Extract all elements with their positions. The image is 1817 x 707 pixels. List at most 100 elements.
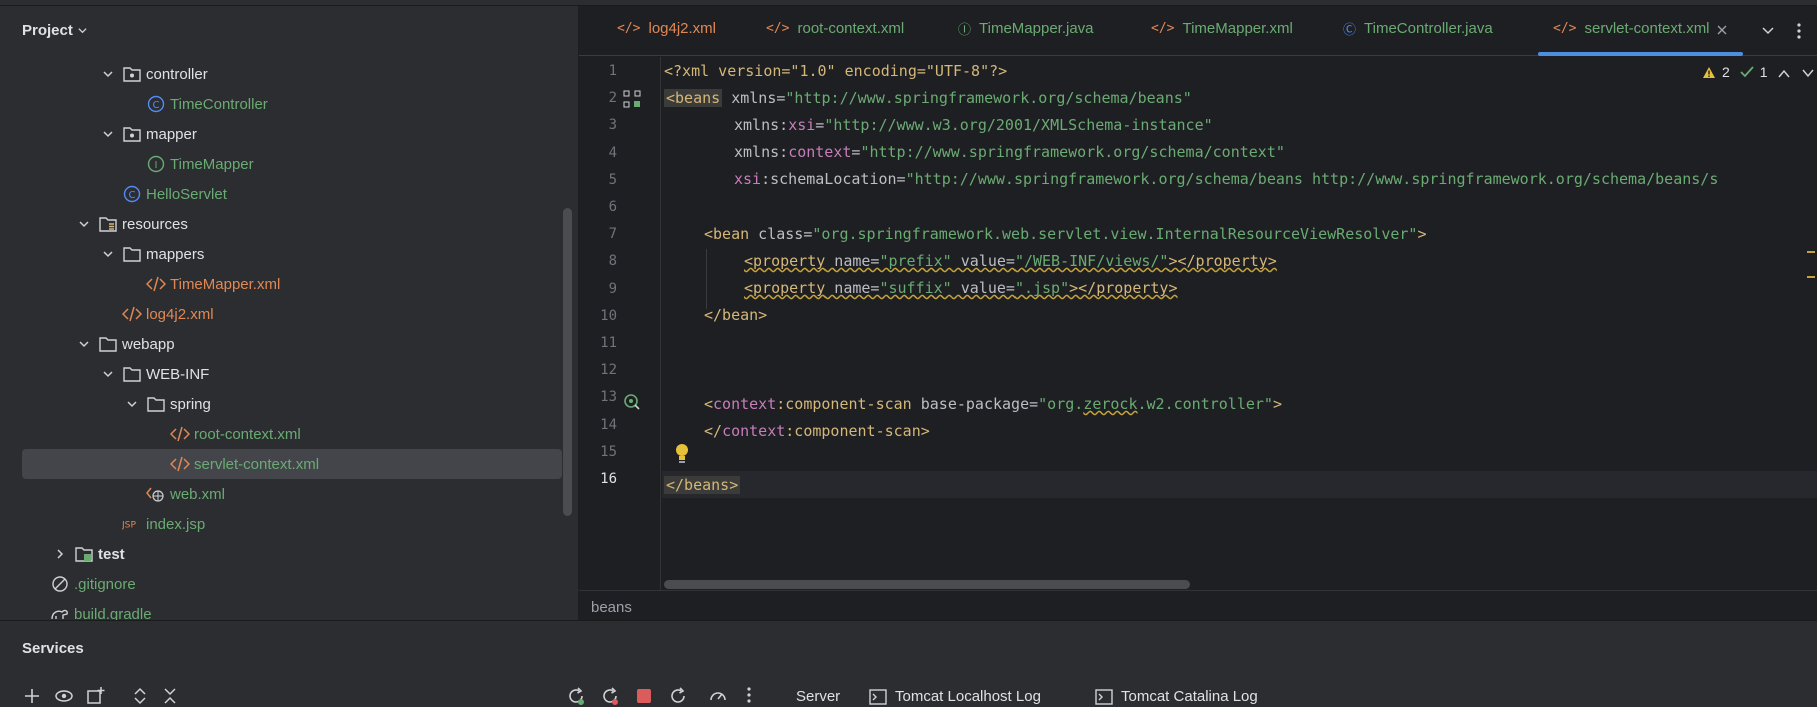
tree-item[interactable]: spring [22, 389, 562, 419]
tree-item-label: WEB-INF [146, 365, 210, 383]
tag-name: <property [744, 279, 826, 297]
lightbulb-icon[interactable] [674, 443, 690, 463]
line-number: 4 [608, 144, 617, 161]
code-line-16[interactable]: </beans> [664, 476, 741, 494]
editor-horizontal-scrollbar[interactable] [664, 580, 1190, 589]
tab-server[interactable]: Server [796, 688, 840, 705]
attr-name: value= [951, 252, 1015, 270]
code-line-14[interactable]: </context:component-scan> [704, 422, 930, 440]
chevron-down-icon[interactable] [78, 338, 90, 350]
profiler-icon[interactable] [708, 686, 728, 706]
update-icon[interactable] [600, 686, 620, 706]
attr-value: "prefix" [879, 252, 952, 270]
editor-tab-active[interactable]: </> servlet-context.xml [1553, 6, 1710, 50]
breadcrumb[interactable]: beans [591, 599, 632, 616]
chevron-down-icon[interactable] [1762, 24, 1774, 36]
current-line-highlight [662, 471, 1817, 498]
code-line-7[interactable]: <bean class="org.springframework.web.ser… [704, 225, 1426, 243]
tree-item[interactable]: mapper [22, 119, 562, 149]
code-line-1[interactable]: <?xml version="1.0" encoding="UTF-8"?> [664, 62, 1007, 80]
editor-tab[interactable]: Ⓒ TimeController.java [1343, 6, 1493, 50]
class-icon: C [146, 94, 166, 114]
xml-file-icon [122, 304, 142, 324]
tree-item[interactable]: test [22, 539, 562, 569]
attr-value: "http://www.springframework.org/schema/b… [905, 170, 1719, 188]
rerun-icon[interactable] [566, 686, 586, 706]
attr-value: "org. [1038, 395, 1084, 413]
inspection-widget[interactable]: 2 1 [1702, 64, 1768, 80]
tree-item[interactable]: servlet-context.xml [22, 449, 562, 479]
warning-marker[interactable] [1807, 276, 1815, 278]
spring-bean-gutter-icon[interactable] [623, 393, 641, 411]
code-line-2[interactable]: <beans xmlns="http://www.springframework… [664, 89, 1192, 107]
tab-tomcat-localhost-log[interactable]: Tomcat Localhost Log [869, 688, 1041, 705]
chevron-right-icon[interactable] [54, 548, 66, 560]
line-number: 11 [600, 335, 617, 351]
tree-item[interactable]: root-context.xml [22, 419, 562, 449]
new-group-icon[interactable] [86, 686, 106, 706]
chevron-down-icon[interactable] [78, 218, 90, 230]
line-number: 6 [608, 199, 617, 215]
chevron-down-icon[interactable] [126, 398, 138, 410]
project-tree-scrollbar[interactable] [563, 208, 572, 516]
tree-item[interactable]: webapp [22, 329, 562, 359]
attr-value: "suffix" [879, 279, 952, 297]
tag-close: > [1272, 395, 1282, 413]
tab-tomcat-catalina-log[interactable]: Tomcat Catalina Log [1095, 688, 1258, 705]
tree-item[interactable]: C TimeController [22, 89, 562, 119]
editor-tab[interactable]: </> log4j2.xml [617, 6, 716, 50]
tree-item[interactable]: C HelloServlet [22, 179, 562, 209]
xml-icon: </> [617, 20, 641, 36]
code-line-8[interactable]: <property name="prefix" value="/WEB-INF/… [744, 252, 1277, 270]
attr-value: "org.springframework.web.servlet.view.In… [812, 225, 1418, 243]
chevron-up-icon[interactable] [1778, 69, 1790, 78]
tree-item[interactable]: JSP index.jsp [22, 509, 562, 539]
add-icon[interactable] [22, 686, 42, 706]
package-icon [122, 124, 142, 144]
tree-item[interactable]: I TimeMapper [22, 149, 562, 179]
tree-item[interactable]: mappers [22, 239, 562, 269]
code-line-13[interactable]: <context:component-scan base-package="or… [704, 395, 1282, 413]
tree-item[interactable]: TimeMapper.xml [22, 269, 562, 299]
chevron-down-icon[interactable] [102, 128, 114, 140]
editor-tab[interactable]: Ⓘ TimeMapper.java [958, 6, 1094, 50]
code-line-9[interactable]: <property name="suffix" value=".jsp"></p… [744, 279, 1178, 297]
code-line-4[interactable]: xmlns:context="http://www.springframewor… [734, 143, 1285, 161]
tree-item[interactable]: log4j2.xml [22, 299, 562, 329]
chevron-down-icon[interactable] [78, 26, 87, 35]
collapse-all-icon[interactable] [160, 686, 180, 706]
restart-icon[interactable] [668, 686, 688, 706]
editor-tab[interactable]: </> TimeMapper.xml [1151, 6, 1293, 50]
tag-name: <property [744, 252, 826, 270]
code-line-5[interactable]: xsi:schemaLocation="http://www.springfra… [734, 170, 1718, 188]
eye-icon[interactable] [54, 686, 74, 706]
chevron-down-icon[interactable] [102, 68, 114, 80]
jsp-file-icon: JSP [122, 514, 142, 534]
editor-tab[interactable]: </> root-context.xml [766, 6, 904, 50]
more-options-icon[interactable] [1796, 22, 1802, 40]
attr-value: "http://www.w3.org/2001/XMLSchema-instan… [824, 116, 1213, 134]
tree-item[interactable]: web.xml [22, 479, 562, 509]
close-tab-icon[interactable] [1716, 24, 1728, 36]
bean-config-gutter-icon[interactable] [623, 90, 641, 108]
tree-item[interactable]: resources [22, 209, 562, 239]
code-line-10[interactable]: </bean> [704, 306, 767, 324]
tag-name: </bean> [704, 306, 768, 324]
line-number: 9 [608, 280, 617, 297]
code-line-3[interactable]: xmlns:xsi="http://www.w3.org/2001/XMLSch… [734, 116, 1213, 134]
warning-marker[interactable] [1807, 251, 1815, 253]
line-number: 16 [600, 471, 617, 487]
stop-icon[interactable] [634, 686, 654, 706]
tree-item[interactable]: controller [22, 59, 562, 89]
expand-all-icon[interactable] [130, 686, 150, 706]
more-options-icon[interactable] [746, 686, 752, 704]
chevron-down-icon[interactable] [102, 248, 114, 260]
tree-item-label: mappers [146, 245, 205, 263]
xml-icon: </> [1151, 20, 1175, 36]
chevron-down-icon[interactable] [102, 368, 114, 380]
tree-item[interactable]: WEB-INF [22, 359, 562, 389]
chevron-down-icon[interactable] [1802, 69, 1814, 78]
attr-name: :schemaLocation= [761, 170, 906, 188]
tree-item[interactable]: .gitignore [22, 569, 562, 599]
project-panel-title[interactable]: Project [22, 22, 73, 39]
